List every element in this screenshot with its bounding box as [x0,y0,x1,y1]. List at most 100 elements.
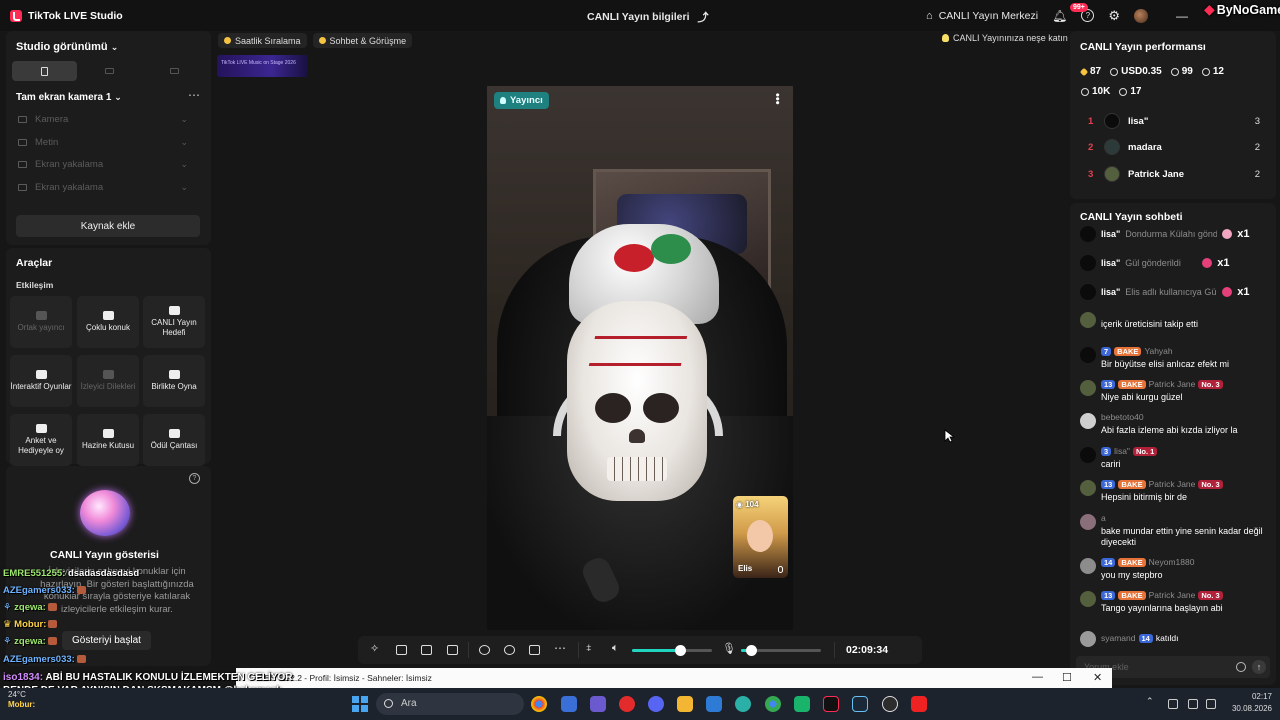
obs-icon[interactable] [882,696,898,712]
portrait-icon [41,66,48,76]
minimize-icon[interactable]: — [1176,9,1188,23]
opera-icon[interactable] [619,696,635,712]
source-item[interactable]: Kamera ⌄ [18,114,188,125]
maximize-icon[interactable]: ☐ [1062,671,1072,684]
chat-message[interactable]: 14 BAKE Neyom1880 you my stepbro [1080,557,1272,587]
rank-name: madara [1128,141,1162,153]
volume-knob[interactable] [675,645,686,656]
effects-icon[interactable] [504,645,515,655]
camera-icon[interactable] [421,645,432,655]
chat-message[interactable]: içerik üreticisini takip etti [1080,311,1272,337]
target-icon [168,306,180,315]
tools-panel: Araçlar Etkileşim Ortak yayıncı Çoklu ko… [6,248,211,466]
chat-message[interactable]: 13 BAKE Patrick Jane No. 3 Niye abi kurgu gü… [1080,379,1272,409]
folder-icon[interactable] [677,696,693,712]
chat-message[interactable]: 13 BAKE Patrick Jane No. 3 Tango yayınlarına… [1080,590,1272,620]
dual-button[interactable] [142,61,207,81]
magic-wand-icon[interactable]: ✧ [370,642,381,655]
help-icon[interactable]: ? [189,473,200,484]
app-icon[interactable] [794,696,810,712]
taskbar-search[interactable]: Ara [376,693,524,715]
avatar[interactable] [1134,8,1148,23]
portrait-button[interactable] [12,61,77,81]
obs-window-titlebar[interactable]: OBS 32.2.2 - Profil: İsimsiz - Sahneler:… [236,668,1112,688]
tool-poll[interactable]: Anket ve Hediyeyle oy [10,414,72,466]
chevron-up-icon[interactable]: ⌃ [1146,696,1156,706]
tool-cohost[interactable]: Ortak yayıncı [10,296,72,348]
cursor-icon [944,429,954,443]
teams-icon[interactable] [590,696,606,712]
clock[interactable]: 02:17 30.08.2026 [1232,691,1272,715]
coin-icon [1110,67,1119,76]
event-banner[interactable]: TikTok LIVE Music on Stage 2026 [217,55,308,77]
network-icon[interactable] [1188,699,1198,709]
weather-widget[interactable]: 24°C Mobur: [8,690,35,710]
youtube-icon[interactable] [911,696,927,712]
chat-message[interactable]: 7 BAKE Yahyah Bir büyütse elisi anlıcaz efe… [1080,346,1272,376]
more-options-icon[interactable]: ••• [771,93,783,105]
tool-live-goal[interactable]: CANLI Yayın Hedefi [143,296,205,348]
edge-icon[interactable] [735,696,751,712]
close-icon[interactable]: ✕ [1093,671,1102,684]
landscape-button[interactable] [77,61,142,81]
microphone-icon[interactable] [1168,699,1178,709]
chat-message[interactable]: bebetoto40 Abi fazla izleme abi kızda izl… [1080,412,1272,442]
mic-knob[interactable] [745,645,757,656]
mail-icon[interactable] [706,696,722,712]
bell-icon[interactable]: 🔔︎ [1052,9,1067,23]
live-info-button[interactable]: CANLI Yayın bilgileri ⤴ [587,9,709,25]
start-show-tooltip[interactable]: Gösteriyi başlat [62,631,151,650]
studio-view-dropdown[interactable]: Studio görünümü ⌄ [16,41,118,53]
live-center-button[interactable]: ⌂ CANLI Yayın Merkezi [926,10,1038,22]
chip-label: Saatlik Sıralama [235,35,301,46]
tool-viewer-wishes[interactable]: İzleyici Dilekleri [77,355,139,407]
volume-slider[interactable] [632,645,712,656]
send-icon[interactable]: ↑ [1252,660,1266,674]
settings-sliders-icon[interactable]: ⧧ [586,642,592,655]
speaker-icon[interactable] [1206,699,1216,709]
cheer-tip-chip[interactable]: CANLI Yayınınıza neşe katın [942,33,1068,43]
more-icon[interactable]: ⋯ [554,641,566,655]
windows-start-icon[interactable] [352,696,368,712]
gear-icon[interactable]: ⚙ [1108,8,1120,24]
ranking-row[interactable]: 1 lisa" 3 [1088,113,1260,129]
microphone-icon[interactable]: 🎙︎ [722,642,736,655]
chrome-icon[interactable] [765,696,781,712]
avatar [1080,480,1096,496]
chat-meeting-chip[interactable]: Sohbet & Görüşme [312,33,413,48]
add-source-button[interactable]: Kaynak ekle [16,215,200,237]
monitor-icon [18,184,27,191]
source-item[interactable]: Metin ⌄ [18,137,188,148]
guest-tile[interactable]: ◉ 104 Elis [733,496,788,578]
speaker-icon[interactable]: 🔈︎ [612,642,619,655]
chat-message[interactable]: a bake mundar ettin yine senin kadar deği… [1080,513,1272,549]
tool-reward-bag[interactable]: Ödül Çantası [143,414,205,466]
store-icon[interactable] [561,696,577,712]
layout-icon[interactable] [396,645,407,655]
source-item[interactable]: Ekran yakalama ⌄ [18,182,188,193]
record-icon[interactable] [479,645,490,655]
add-scene-icon[interactable] [447,645,458,655]
hourly-ranking-chip[interactable]: Saatlik Sıralama [218,33,307,48]
video-icon[interactable] [529,645,540,655]
chat-message[interactable]: syamand 14 katıldı [1080,630,1272,648]
tool-play-together[interactable]: Birlikte Oyna [143,355,205,407]
tool-treasure-box[interactable]: Hazine Kutusu [77,414,139,466]
scene-dropdown[interactable]: Tam ekran kamera 1 ⌄ [16,92,122,103]
tool-interactive-games[interactable]: İnteraktif Oyunlar [10,355,72,407]
emoji-icon[interactable] [1236,662,1246,672]
chrome-icon[interactable] [531,696,547,712]
ranking-row[interactable]: 2 madara 2 [1088,139,1260,155]
tool-multi-guest[interactable]: Çoklu konuk [77,296,139,348]
chat-message[interactable]: 13 BAKE Patrick Jane No. 3 Hepsini bitirmiş … [1080,479,1272,509]
tiktok-icon[interactable] [823,696,839,712]
source-item[interactable]: Ekran yakalama ⌄ [18,159,188,170]
mic-slider[interactable] [741,645,821,656]
mic-icon[interactable] [778,566,783,573]
minimize-icon[interactable]: — [1032,671,1043,683]
discord-icon[interactable] [648,696,664,712]
more-icon[interactable]: ⋯ [188,88,201,102]
ranking-row[interactable]: 3 Patrick Jane 2 [1088,166,1260,182]
chat-message[interactable]: 3 lisa" No. 1 cariri [1080,446,1272,476]
steam-icon[interactable] [852,696,868,712]
